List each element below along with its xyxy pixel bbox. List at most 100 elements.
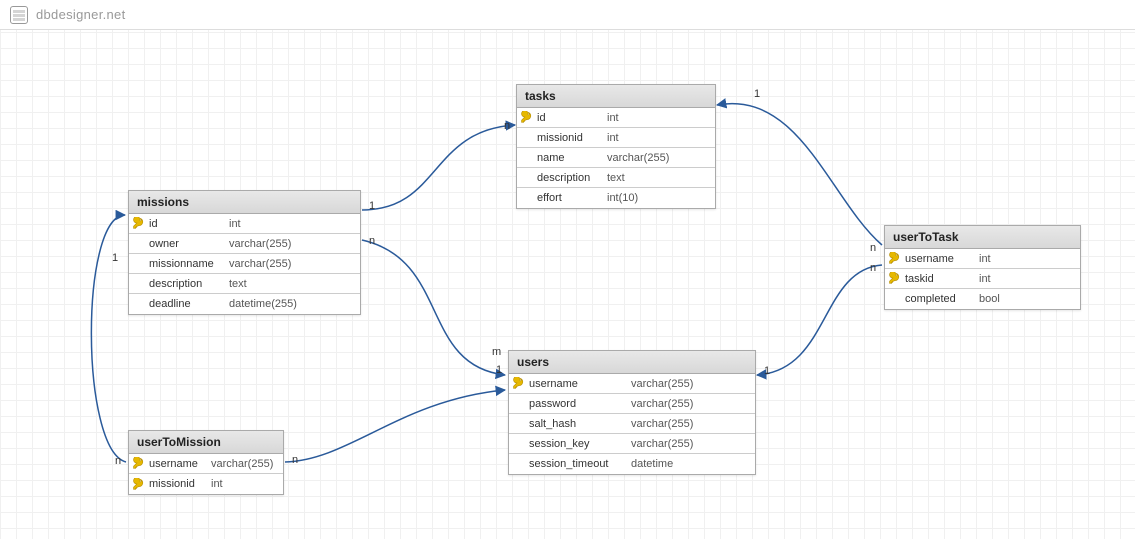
primary-key-icon — [129, 457, 147, 470]
primary-key-icon — [129, 217, 147, 230]
table-row[interactable]: descriptiontext — [517, 168, 715, 188]
topbar: dbdesigner.net — [0, 0, 1135, 30]
column-name: salt_hash — [527, 418, 627, 430]
key-icon — [132, 478, 145, 491]
table-row[interactable]: idint — [517, 108, 715, 128]
table-row[interactable]: salt_hashvarchar(255) — [509, 414, 755, 434]
table-row[interactable]: namevarchar(255) — [517, 148, 715, 168]
cardinality-label: 1 — [110, 252, 120, 264]
column-type: int(10) — [603, 192, 703, 204]
column-type: int — [975, 253, 1055, 265]
column-type: int — [603, 112, 703, 124]
table-row[interactable]: completedbool — [885, 289, 1080, 309]
cardinality-label: 1 — [494, 364, 504, 376]
table-row[interactable]: taskidint — [885, 269, 1080, 289]
primary-key-icon — [885, 252, 903, 265]
entity-users[interactable]: users usernamevarchar(255)passwordvarcha… — [508, 350, 756, 475]
entity-tasks[interactable]: tasks idintmissionidintnamevarchar(255)d… — [516, 84, 716, 209]
column-type: varchar(255) — [627, 398, 737, 410]
key-icon — [520, 111, 533, 124]
table-row[interactable]: missionnamevarchar(255) — [129, 254, 360, 274]
primary-key-icon — [517, 111, 535, 124]
column-type: int — [225, 218, 345, 230]
column-name: session_timeout — [527, 458, 627, 470]
entity-title[interactable]: tasks — [517, 85, 715, 108]
column-type: bool — [975, 293, 1055, 305]
column-type: int — [603, 132, 703, 144]
entity-missions[interactable]: missions idintownervarchar(255)missionna… — [128, 190, 361, 315]
cardinality-label: n — [868, 242, 878, 254]
table-row[interactable]: session_keyvarchar(255) — [509, 434, 755, 454]
table-row[interactable]: effortint(10) — [517, 188, 715, 208]
column-name: username — [903, 253, 975, 265]
cardinality-label: n — [502, 120, 512, 132]
column-name: session_key — [527, 438, 627, 450]
column-name: description — [147, 278, 225, 290]
cardinality-label: n — [290, 454, 300, 466]
key-icon — [132, 217, 145, 230]
column-type: varchar(255) — [207, 458, 277, 470]
primary-key-icon — [885, 272, 903, 285]
table-row[interactable]: missionidint — [129, 474, 283, 494]
column-type: varchar(255) — [225, 238, 345, 250]
column-type: text — [603, 172, 703, 184]
table-row[interactable]: usernameint — [885, 249, 1080, 269]
key-icon — [888, 272, 901, 285]
column-type: int — [975, 273, 1055, 285]
table-row[interactable]: session_timeoutdatetime — [509, 454, 755, 474]
entity-body: idintownervarchar(255)missionnamevarchar… — [129, 214, 360, 314]
brand-label: dbdesigner.net — [36, 7, 126, 22]
entity-usertotask[interactable]: userToTask usernameinttaskidintcompleted… — [884, 225, 1081, 310]
db-logo-icon — [10, 6, 28, 24]
column-name: password — [527, 398, 627, 410]
table-row[interactable]: missionidint — [517, 128, 715, 148]
entity-title[interactable]: missions — [129, 191, 360, 214]
column-name: username — [527, 378, 627, 390]
table-row[interactable]: descriptiontext — [129, 274, 360, 294]
table-row[interactable]: ownervarchar(255) — [129, 234, 360, 254]
key-icon — [888, 252, 901, 265]
column-type: varchar(255) — [627, 418, 737, 430]
column-name: deadline — [147, 298, 225, 310]
diagram-canvas[interactable]: 1 n 1 n n m 1 n 1 n 1 n missions idintow… — [0, 30, 1135, 539]
entity-body: usernameinttaskidintcompletedbool — [885, 249, 1080, 309]
column-type: varchar(255) — [225, 258, 345, 270]
column-name: owner — [147, 238, 225, 250]
column-name: completed — [903, 293, 975, 305]
column-name: id — [535, 112, 603, 124]
table-row[interactable]: idint — [129, 214, 360, 234]
column-type: text — [225, 278, 345, 290]
column-type: varchar(255) — [627, 438, 737, 450]
column-type: varchar(255) — [627, 378, 737, 390]
entity-body: idintmissionidintnamevarchar(255)descrip… — [517, 108, 715, 208]
column-name: description — [535, 172, 603, 184]
entity-title[interactable]: userToTask — [885, 226, 1080, 249]
column-type: int — [207, 478, 277, 490]
column-name: username — [147, 458, 207, 470]
column-name: taskid — [903, 273, 975, 285]
table-row[interactable]: deadlinedatetime(255) — [129, 294, 360, 314]
column-name: missionid — [147, 478, 207, 490]
entity-usertomission[interactable]: userToMission usernamevarchar(255)missio… — [128, 430, 284, 495]
cardinality-label: 1 — [762, 365, 772, 377]
column-name: missionname — [147, 258, 225, 270]
table-row[interactable]: usernamevarchar(255) — [129, 454, 283, 474]
cardinality-label: 1 — [367, 200, 377, 212]
primary-key-icon — [129, 478, 147, 491]
entity-body: usernamevarchar(255)passwordvarchar(255)… — [509, 374, 755, 474]
primary-key-icon — [509, 377, 527, 390]
column-name: id — [147, 218, 225, 230]
entity-title[interactable]: users — [509, 351, 755, 374]
column-type: varchar(255) — [603, 152, 703, 164]
column-type: datetime(255) — [225, 298, 345, 310]
cardinality-label: n — [868, 262, 878, 274]
key-icon — [512, 377, 525, 390]
table-row[interactable]: passwordvarchar(255) — [509, 394, 755, 414]
table-row[interactable]: usernamevarchar(255) — [509, 374, 755, 394]
entity-body: usernamevarchar(255)missionidint — [129, 454, 283, 494]
column-name: missionid — [535, 132, 603, 144]
entity-title[interactable]: userToMission — [129, 431, 283, 454]
column-name: effort — [535, 192, 603, 204]
cardinality-label: 1 — [752, 88, 762, 100]
cardinality-label: m — [490, 346, 503, 358]
